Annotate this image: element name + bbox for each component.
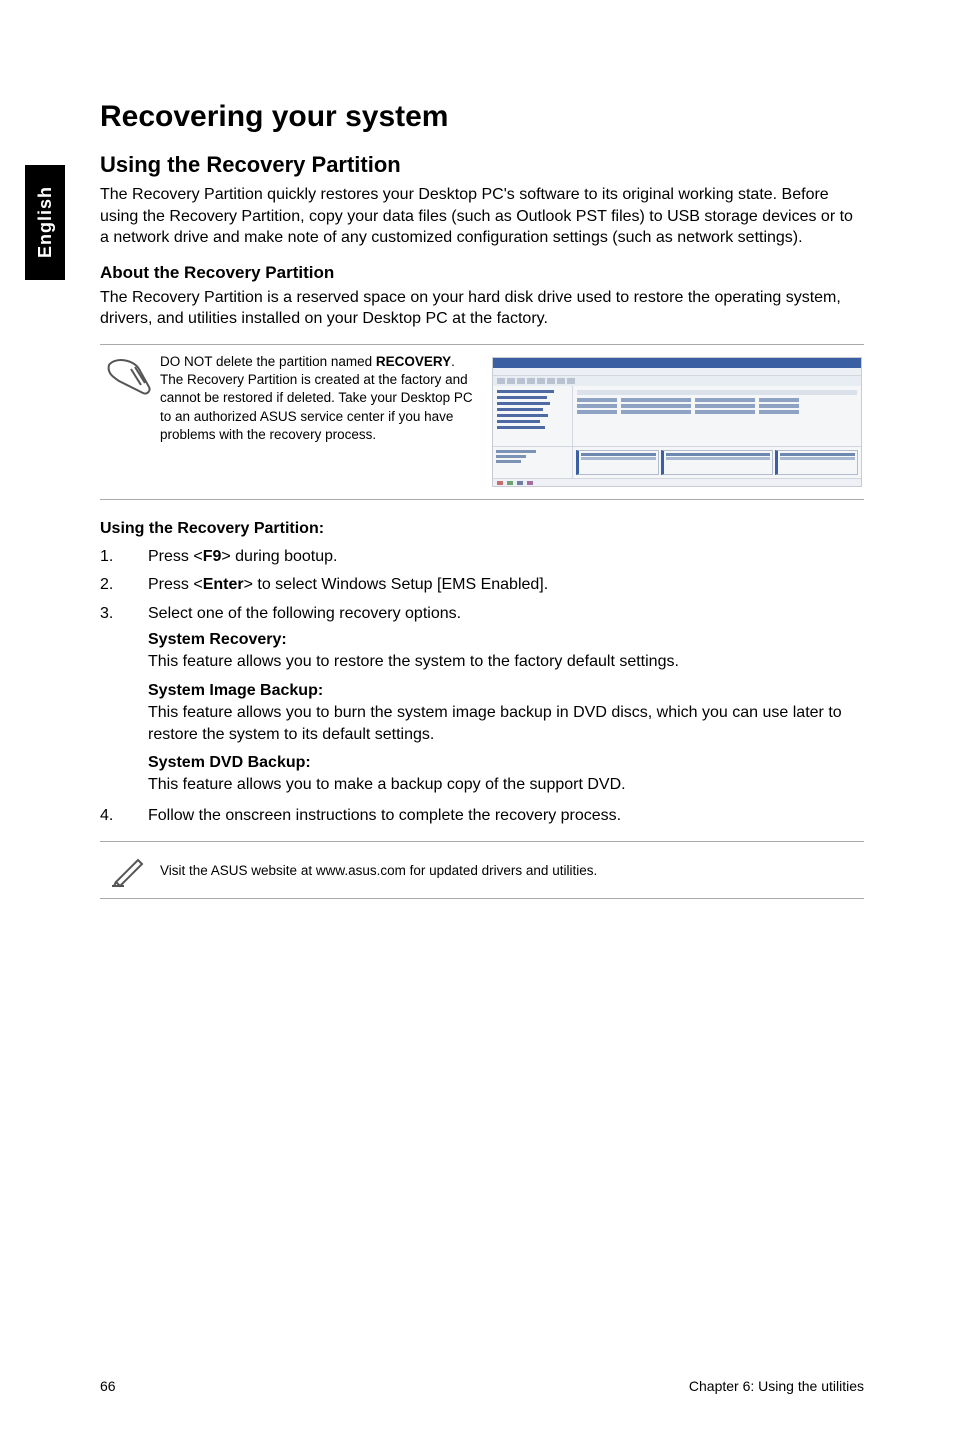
section-heading: Using the Recovery Partition: [100, 152, 864, 178]
option-system-dvd-backup: System DVD Backup: This feature allows y…: [148, 754, 864, 796]
step-1-post: > during bootup.: [221, 548, 337, 565]
step-number: 3.: [100, 603, 148, 625]
warning-pre: DO NOT delete the partition named: [160, 354, 376, 369]
step-2-pre: Press <: [148, 576, 203, 593]
language-tab-label: English: [35, 186, 56, 258]
step-4-text: Follow the onscreen instructions to comp…: [148, 805, 864, 827]
option-heading: System DVD Backup:: [148, 754, 864, 772]
tip-text: Visit the ASUS website at www.asus.com f…: [160, 863, 597, 878]
step-3-text: Select one of the following recovery opt…: [148, 603, 864, 625]
about-paragraph: The Recovery Partition is a reserved spa…: [100, 287, 864, 330]
language-tab: English: [25, 165, 65, 280]
step-1: 1. Press <F9> during bootup.: [100, 546, 864, 568]
chapter-label: Chapter 6: Using the utilities: [689, 1378, 864, 1394]
step-number: 2.: [100, 574, 148, 596]
intro-paragraph: The Recovery Partition quickly restores …: [100, 184, 864, 249]
option-text: This feature allows you to burn the syst…: [148, 702, 864, 747]
option-text: This feature allows you to make a backup…: [148, 774, 864, 796]
step-1-key: F9: [203, 548, 222, 565]
step-2-post: > to select Windows Setup [EMS Enabled].: [244, 576, 549, 593]
step-number: 1.: [100, 546, 148, 568]
step-4: 4. Follow the onscreen instructions to c…: [100, 805, 864, 827]
page-footer: 66 Chapter 6: Using the utilities: [100, 1377, 864, 1394]
step-2-key: Enter: [203, 576, 244, 593]
option-system-image-backup: System Image Backup: This feature allows…: [148, 682, 864, 747]
tip-note: Visit the ASUS website at www.asus.com f…: [100, 841, 864, 899]
option-heading: System Recovery:: [148, 631, 864, 649]
ordered-list: 1. Press <F9> during bootup. 2. Press <E…: [100, 546, 864, 827]
warning-bold: RECOVERY: [376, 354, 451, 369]
option-heading: System Image Backup:: [148, 682, 864, 700]
disk-management-window: [492, 357, 862, 487]
warning-note: DO NOT delete the partition named RECOVE…: [100, 344, 864, 500]
procedure-section: Using the Recovery Partition: 1. Press <…: [100, 520, 864, 827]
about-heading: About the Recovery Partition: [100, 263, 864, 283]
hand-icon: [100, 353, 160, 397]
step-2: 2. Press <Enter> to select Windows Setup…: [100, 574, 864, 596]
using-heading: Using the Recovery Partition:: [100, 520, 864, 538]
step-1-pre: Press <: [148, 548, 203, 565]
option-text: This feature allows you to restore the s…: [148, 651, 864, 673]
step-3: 3. Select one of the following recovery …: [100, 603, 864, 625]
pencil-icon: [100, 852, 160, 888]
disk-management-thumbnail: [490, 353, 864, 491]
step-number: 4.: [100, 805, 148, 827]
page-title: Recovering your system: [100, 100, 864, 134]
page: English Recovering your system Using the…: [0, 0, 954, 1438]
page-number: 66: [100, 1378, 116, 1394]
warning-text: DO NOT delete the partition named RECOVE…: [160, 353, 490, 444]
option-system-recovery: System Recovery: This feature allows you…: [148, 631, 864, 673]
